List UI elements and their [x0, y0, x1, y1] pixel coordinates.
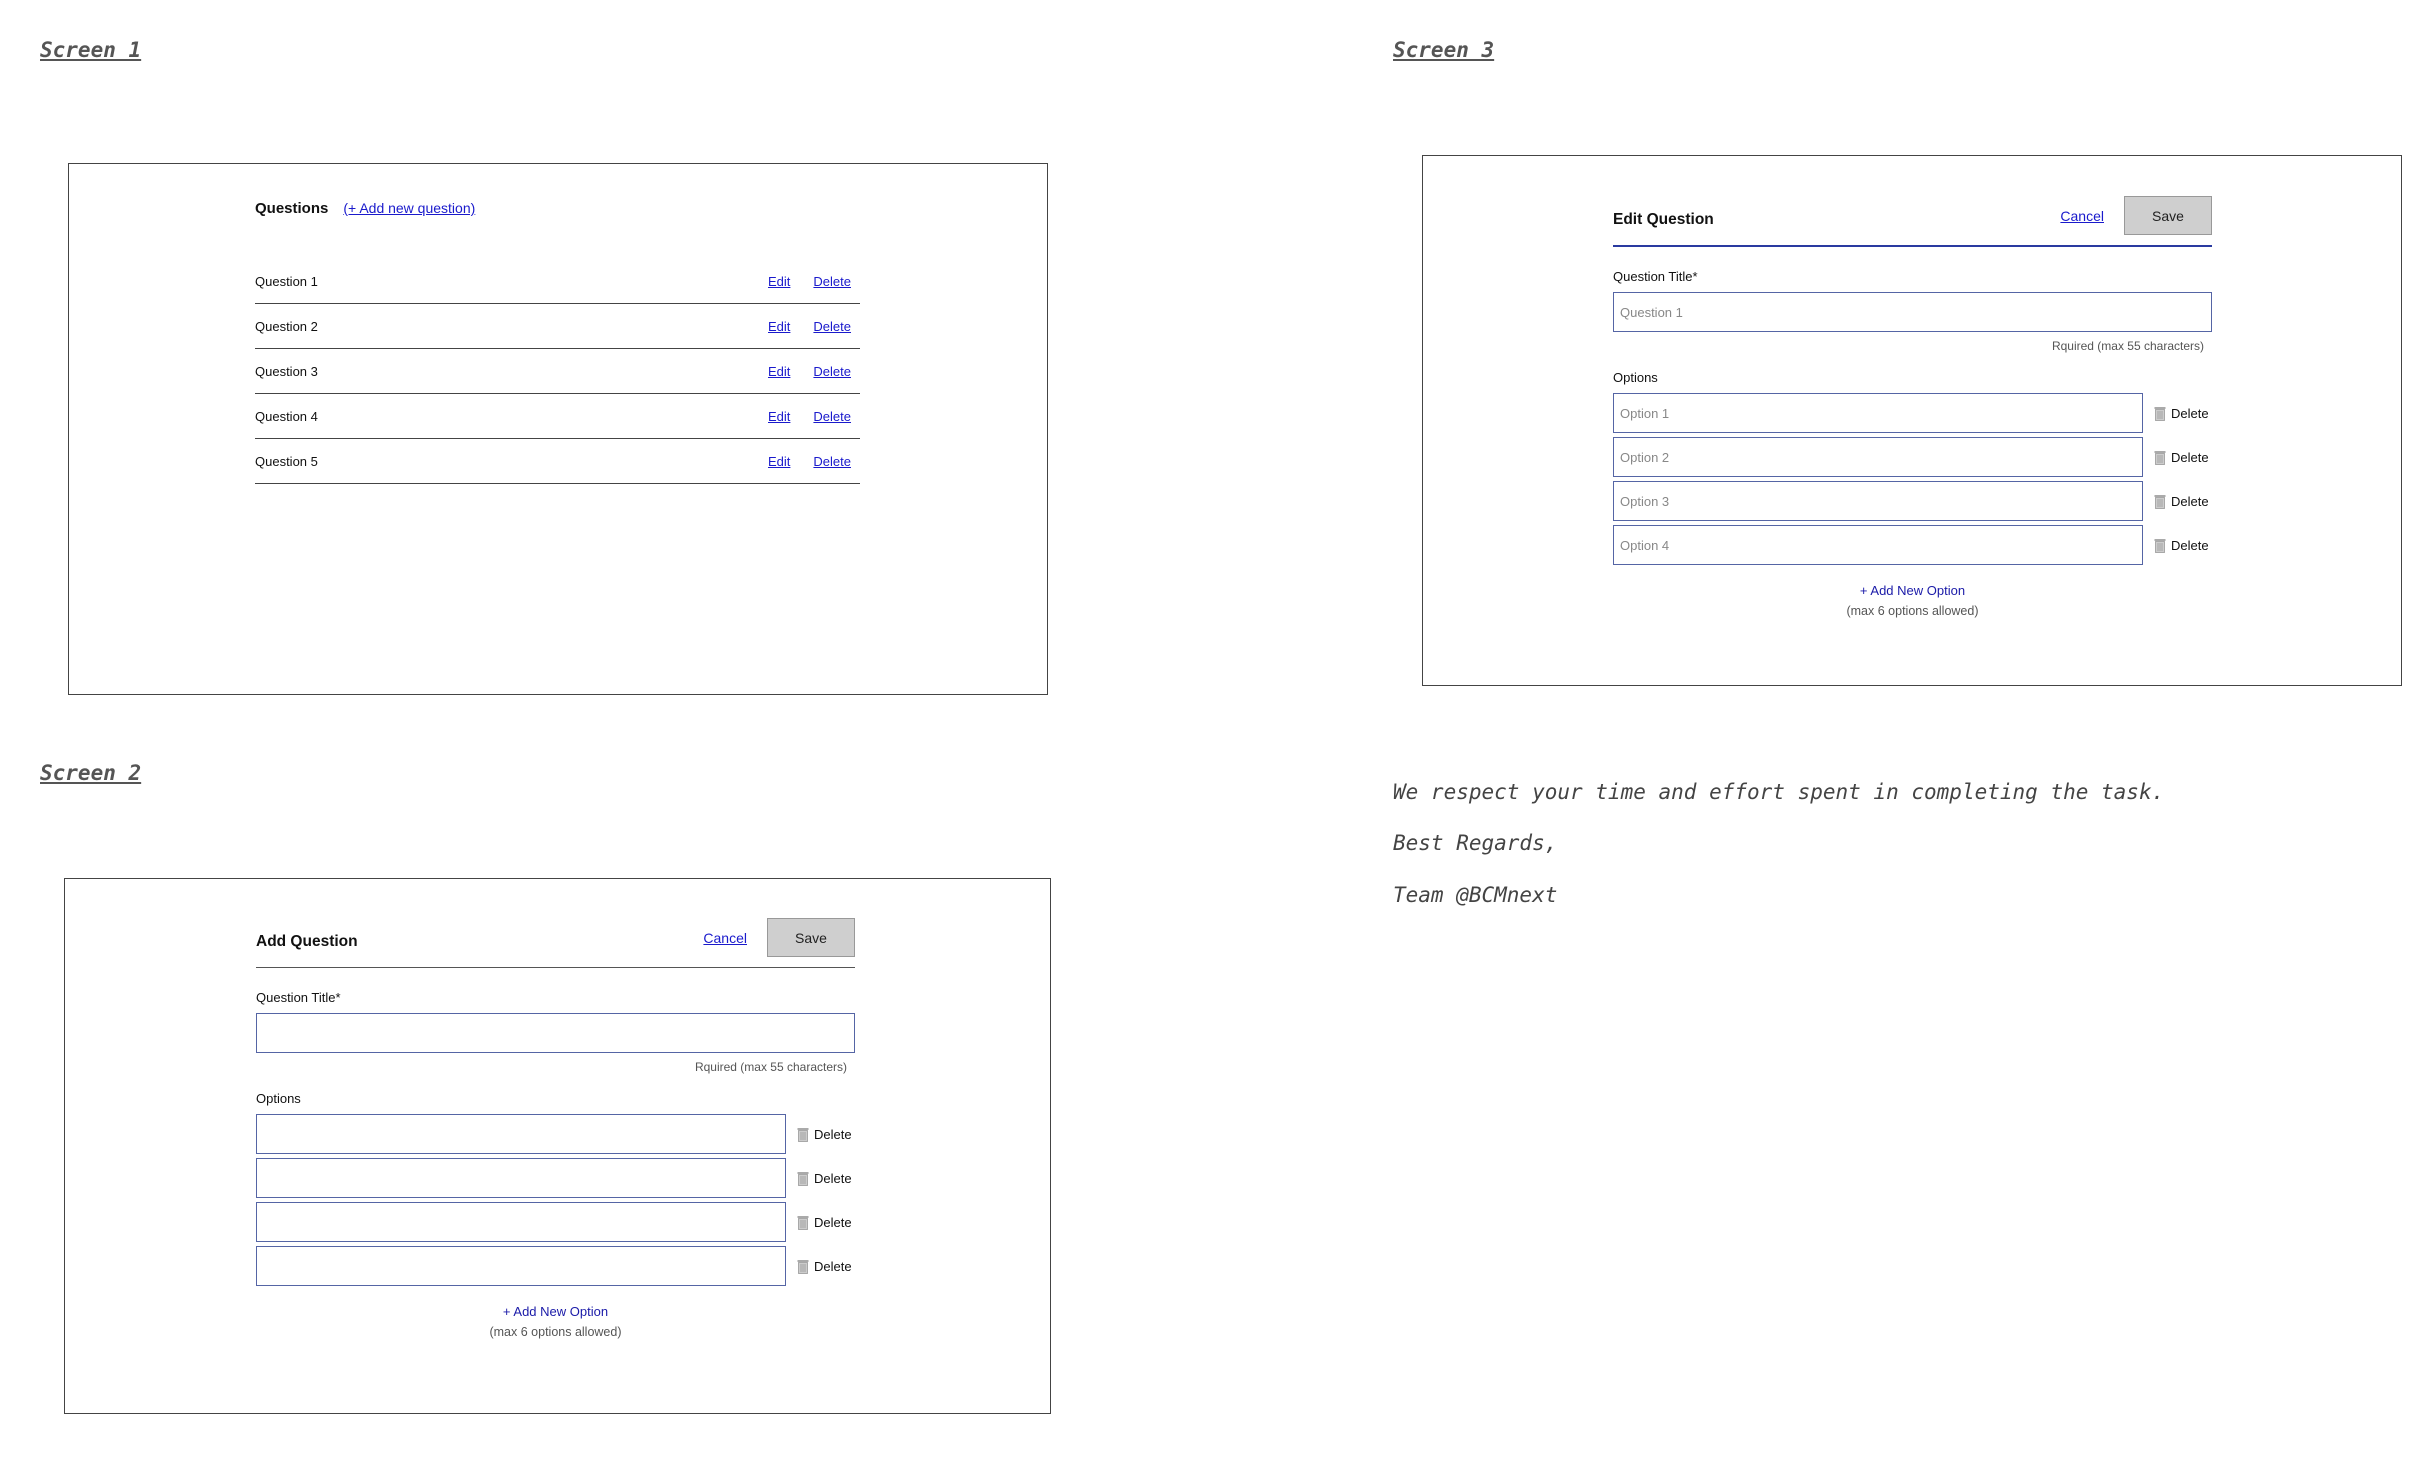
question-row: Question 1 Edit Delete [255, 260, 860, 304]
trash-icon [797, 1127, 809, 1142]
form-header: Add Question Cancel Save [256, 917, 855, 968]
options-label: Options [256, 1091, 301, 1106]
cancel-link[interactable]: Cancel [2060, 208, 2104, 224]
title-hint: Rquired (max 55 characters) [694, 1060, 847, 1074]
delete-option-button[interactable]: Delete [2154, 450, 2209, 465]
form-title: Add Question [256, 933, 358, 950]
delete-option-button[interactable]: Delete [797, 1215, 852, 1230]
option-row: Option 1 Delete [1613, 393, 2212, 433]
cancel-link[interactable]: Cancel [703, 930, 747, 946]
message-line-3: Team @BCMnext [1393, 883, 1558, 907]
option-row: Delete [256, 1114, 855, 1154]
add-new-option-link[interactable]: + Add New Option [1860, 583, 1965, 598]
option-input[interactable] [256, 1246, 786, 1286]
screen-1-frame: Questions (+ Add new question) Question … [68, 163, 1048, 695]
screen-2-label: Screen 2 [40, 761, 142, 785]
question-title-label: Question Title* [1613, 269, 1698, 284]
question-row: Question 4 Edit Delete [255, 395, 860, 439]
question-title-input[interactable] [256, 1013, 855, 1053]
delete-link[interactable]: Delete [813, 319, 851, 334]
question-name: Question 2 [255, 319, 318, 334]
edit-link[interactable]: Edit [768, 274, 790, 289]
screen-3-label: Screen 3 [1393, 38, 1495, 62]
trash-icon [797, 1171, 809, 1186]
add-question-form: Add Question Cancel Save Question Title*… [256, 917, 855, 1339]
save-button[interactable]: Save [767, 918, 855, 957]
option-input[interactable] [256, 1114, 786, 1154]
delete-option-button[interactable]: Delete [797, 1171, 852, 1186]
form-title: Edit Question [1613, 211, 1714, 228]
message-line-1: We respect your time and effort spent in… [1393, 780, 2165, 804]
questions-title: Questions [255, 200, 329, 217]
delete-label: Delete [814, 1214, 852, 1230]
delete-label: Delete [2171, 493, 2209, 509]
delete-label: Delete [814, 1170, 852, 1186]
message-line-2: Best Regards, [1393, 831, 1558, 855]
edit-link[interactable]: Edit [768, 319, 790, 334]
delete-label: Delete [2171, 405, 2209, 421]
delete-option-button[interactable]: Delete [2154, 494, 2209, 509]
option-input[interactable]: Option 4 [1613, 525, 2143, 565]
option-input[interactable]: Option 3 [1613, 481, 2143, 521]
option-row: Option 3 Delete [1613, 481, 2212, 521]
question-title-input[interactable]: Question 1 [1613, 292, 2212, 332]
option-input[interactable] [256, 1158, 786, 1198]
trash-icon [797, 1259, 809, 1274]
options-label: Options [1613, 370, 1658, 385]
option-input[interactable] [256, 1202, 786, 1242]
delete-option-button[interactable]: Delete [797, 1259, 852, 1274]
delete-label: Delete [814, 1258, 852, 1274]
save-button[interactable]: Save [2124, 196, 2212, 235]
question-name: Question 5 [255, 454, 318, 469]
question-name: Question 3 [255, 364, 318, 379]
edit-question-form: Edit Question Cancel Save Question Title… [1613, 196, 2212, 618]
delete-option-button[interactable]: Delete [2154, 406, 2209, 421]
option-input[interactable]: Option 1 [1613, 393, 2143, 433]
delete-link[interactable]: Delete [813, 409, 851, 424]
delete-label: Delete [2171, 449, 2209, 465]
trash-icon [2154, 406, 2166, 421]
screen-1-label: Screen 1 [40, 38, 142, 62]
form-header: Edit Question Cancel Save [1613, 196, 2212, 247]
edit-link[interactable]: Edit [768, 409, 790, 424]
max-options-note: (max 6 options allowed) [489, 1325, 622, 1339]
trash-icon [797, 1215, 809, 1230]
delete-label: Delete [2171, 537, 2209, 553]
questions-list: Question 1 Edit Delete Question 2 Edit D… [255, 260, 860, 485]
delete-option-button[interactable]: Delete [797, 1127, 852, 1142]
question-name: Question 1 [255, 274, 318, 289]
title-hint: Rquired (max 55 characters) [2051, 339, 2204, 353]
option-row: Delete [256, 1158, 855, 1198]
delete-link[interactable]: Delete [813, 274, 851, 289]
delete-link[interactable]: Delete [813, 364, 851, 379]
trash-icon [2154, 450, 2166, 465]
option-input[interactable]: Option 2 [1613, 437, 2143, 477]
question-row: Question 2 Edit Delete [255, 305, 860, 349]
questions-header: Questions (+ Add new question) [255, 200, 475, 217]
delete-link[interactable]: Delete [813, 454, 851, 469]
edit-link[interactable]: Edit [768, 364, 790, 379]
edit-link[interactable]: Edit [768, 454, 790, 469]
trash-icon [2154, 494, 2166, 509]
screen-3-frame: Edit Question Cancel Save Question Title… [1422, 155, 2402, 686]
options-list: Option 1 Delete Option 2 Delete Option 3… [1613, 393, 2212, 565]
question-row: Question 5 Edit Delete [255, 440, 860, 484]
options-list: Delete Delete Delete Delete [256, 1114, 855, 1286]
option-row: Option 4 Delete [1613, 525, 2212, 565]
option-row: Delete [256, 1246, 855, 1286]
question-row: Question 3 Edit Delete [255, 350, 860, 394]
max-options-note: (max 6 options allowed) [1846, 604, 1979, 618]
trash-icon [2154, 538, 2166, 553]
question-name: Question 4 [255, 409, 318, 424]
screen-2-frame: Add Question Cancel Save Question Title*… [64, 878, 1051, 1414]
add-new-question-link[interactable]: (+ Add new question) [343, 200, 475, 216]
option-row: Option 2 Delete [1613, 437, 2212, 477]
question-title-label: Question Title* [256, 990, 341, 1005]
add-new-option-link[interactable]: + Add New Option [503, 1304, 608, 1319]
delete-option-button[interactable]: Delete [2154, 538, 2209, 553]
option-row: Delete [256, 1202, 855, 1242]
delete-label: Delete [814, 1126, 852, 1142]
